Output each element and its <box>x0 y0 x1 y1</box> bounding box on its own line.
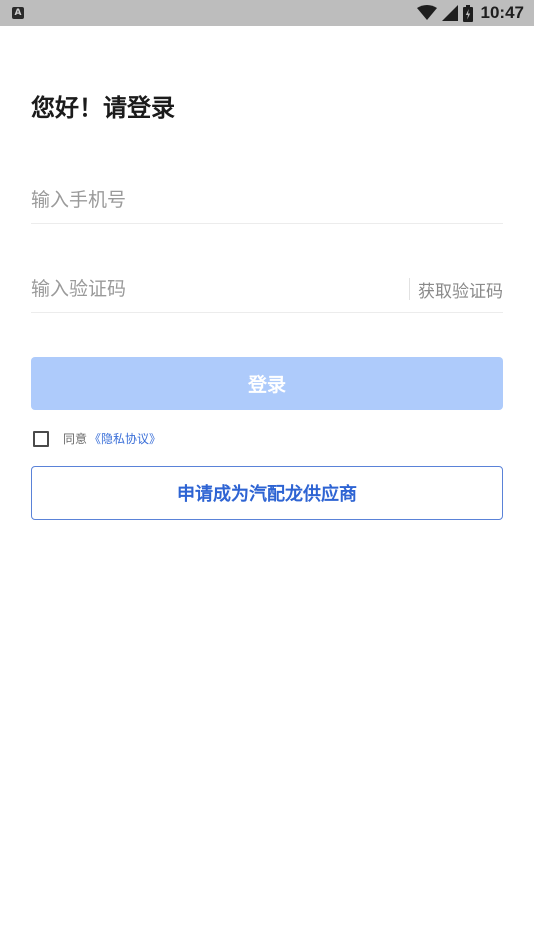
code-field: 获取验证码 <box>31 266 503 313</box>
status-clock: 10:47 <box>480 3 524 22</box>
get-code-button[interactable]: 获取验证码 <box>418 277 503 302</box>
wifi-icon <box>416 5 437 20</box>
status-left: A <box>12 7 24 19</box>
privacy-agree-checkbox[interactable] <box>33 430 49 447</box>
notification-app-icon: A <box>12 7 24 19</box>
privacy-agreement-row: 同意 《隐私协议》 <box>33 430 161 447</box>
agree-label: 同意 <box>63 432 88 446</box>
signal-icon <box>441 5 458 21</box>
phone-field <box>31 177 503 224</box>
privacy-policy-link[interactable]: 《隐私协议》 <box>89 430 161 447</box>
verification-code-input[interactable] <box>31 274 409 304</box>
page-title: 您好！请登录 <box>31 94 175 122</box>
phone-input[interactable] <box>31 185 503 215</box>
status-right: 10:47 <box>416 3 524 23</box>
code-divider <box>409 278 410 300</box>
login-button[interactable]: 登录 <box>31 357 503 410</box>
apply-supplier-button[interactable]: 申请成为汽配龙供应商 <box>31 466 503 520</box>
battery-icon <box>462 4 473 22</box>
status-bar: A 10:47 <box>0 0 534 26</box>
